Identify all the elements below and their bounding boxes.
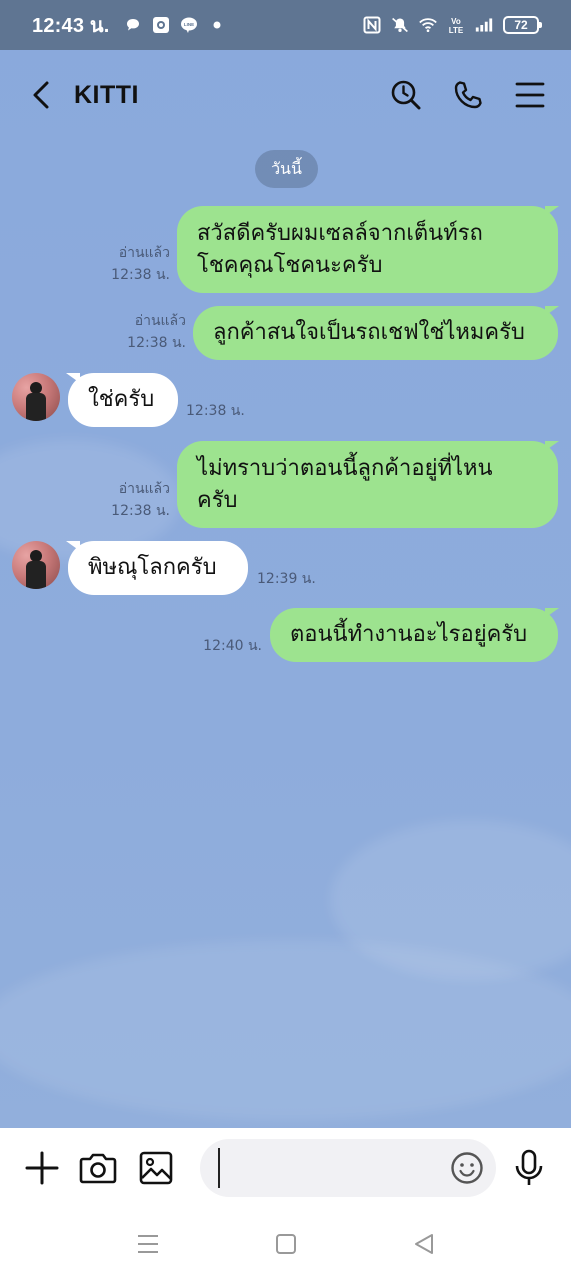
square-icon (275, 1234, 296, 1254)
chevron-left-icon (33, 81, 49, 109)
recent-apps-button[interactable] (134, 1230, 162, 1258)
microphone-icon (515, 1149, 543, 1185)
contact-avatar[interactable] (12, 373, 60, 421)
add-button[interactable] (20, 1146, 64, 1190)
message-text: ลูกค้าสนใจเป็นรถเชฟใช่ไหมครับ (213, 320, 525, 345)
triangle-back-icon (414, 1234, 433, 1254)
status-time: 12:43 น. (32, 15, 110, 37)
chat-title: KITTI (74, 80, 139, 109)
bubble-tail (545, 206, 559, 216)
message-text: พิษณุโลกครับ (88, 555, 217, 580)
contact-avatar[interactable] (12, 541, 60, 589)
back-button[interactable] (26, 75, 56, 115)
message-text: โชคคุณโชคนะครับ (197, 252, 383, 278)
svg-text:Vo: Vo (451, 17, 461, 26)
menu-lines-icon (137, 1235, 158, 1253)
message-time: 12:38 น. (111, 267, 170, 283)
gallery-button[interactable] (134, 1146, 178, 1190)
search-button[interactable] (389, 78, 423, 112)
message-input-container (200, 1139, 496, 1197)
message-time: 12:40 น. (203, 638, 262, 654)
wifi-icon (419, 16, 437, 34)
camera-square-icon (152, 16, 170, 34)
emoji-button[interactable] (450, 1151, 484, 1185)
message-text: ไม่ทราบว่าตอนนี้ลูกค้าอยู่ที่ไหน (197, 455, 493, 481)
camera-button[interactable] (76, 1146, 120, 1190)
chat-bubble-icon (124, 16, 142, 34)
message-time: 12:39 น. (257, 571, 316, 587)
message-input[interactable] (218, 1148, 438, 1188)
signal-icon (475, 16, 493, 34)
bubble-tail (545, 441, 559, 451)
background-cloud (0, 940, 571, 1120)
outgoing-message-bubble[interactable]: ตอนนี้ทำงานอะไรอยู่ครับ (270, 608, 558, 662)
message-time: 12:38 น. (111, 503, 170, 519)
message-meta: อ่านแล้ว 12:38 น. (112, 310, 186, 354)
nfc-icon (363, 16, 381, 34)
message-text: ใช่ครับ (88, 387, 155, 412)
svg-text:LINE: LINE (183, 22, 193, 27)
message-composer (0, 1128, 571, 1208)
plus-icon (25, 1151, 59, 1185)
voice-button[interactable] (507, 1146, 551, 1190)
chat-screen: 12:43 น. LINE Vo LTE 72 KITTI วันนี้ อ่า… (0, 0, 571, 1280)
dot-icon (208, 16, 226, 34)
message-time: 12:38 น. (127, 335, 186, 351)
chat-header: KITTI (0, 50, 571, 140)
date-separator: วันนี้ (255, 150, 318, 188)
message-meta: อ่านแล้ว 12:38 น. (100, 242, 170, 286)
phone-icon (454, 81, 482, 109)
svg-text:LTE: LTE (449, 26, 464, 35)
message-text: สวัสดีครับผมเซลล์จากเต็นท์รถ (197, 220, 483, 246)
battery-icon: 72 (503, 16, 542, 34)
status-bar: 12:43 น. LINE Vo LTE 72 (0, 0, 571, 50)
volte-icon: Vo LTE (447, 16, 465, 35)
menu-button[interactable] (513, 78, 547, 112)
bubble-tail (545, 306, 559, 316)
call-button[interactable] (451, 78, 485, 112)
message-text: ครับ (197, 487, 238, 513)
system-navigation-bar (0, 1208, 571, 1280)
home-button[interactable] (272, 1230, 300, 1258)
read-receipt: อ่านแล้ว (118, 481, 170, 497)
image-icon (139, 1151, 173, 1185)
outgoing-message-bubble[interactable]: ลูกค้าสนใจเป็นรถเชฟใช่ไหมครับ (193, 306, 558, 360)
mute-icon (391, 16, 409, 34)
search-clock-icon (391, 80, 421, 110)
bubble-tail (545, 608, 559, 618)
back-nav-button[interactable] (410, 1230, 438, 1258)
read-receipt: อ่านแล้ว (134, 313, 186, 329)
incoming-message-bubble[interactable]: ใช่ครับ (68, 373, 178, 427)
incoming-message-bubble[interactable]: พิษณุโลกครับ (68, 541, 248, 595)
message-time: 12:38 น. (186, 403, 245, 419)
line-icon: LINE (180, 16, 198, 34)
camera-icon (79, 1153, 117, 1184)
hamburger-menu-icon (515, 82, 545, 108)
outgoing-message-bubble[interactable]: ไม่ทราบว่าตอนนี้ลูกค้าอยู่ที่ไหน ครับ (177, 441, 558, 528)
message-meta: อ่านแล้ว 12:38 น. (100, 478, 170, 522)
read-receipt: อ่านแล้ว (118, 245, 170, 261)
message-text: ตอนนี้ทำงานอะไรอยู่ครับ (290, 622, 528, 647)
emoji-icon (451, 1152, 483, 1184)
outgoing-message-bubble[interactable]: สวัสดีครับผมเซลล์จากเต็นท์รถ โชคคุณโชคนะ… (177, 206, 558, 293)
